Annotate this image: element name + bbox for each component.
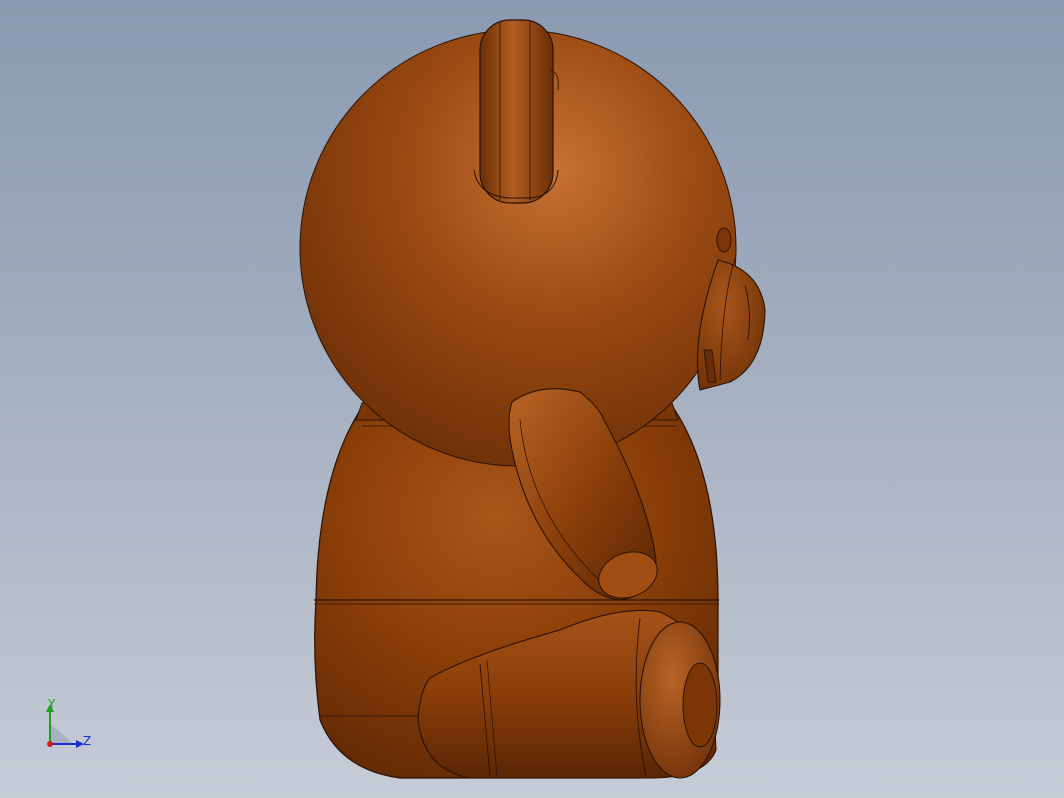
coordinate-triad: Y Z — [38, 698, 98, 754]
foot-part[interactable] — [639, 621, 721, 779]
graphics-viewport[interactable]: Y Z — [0, 0, 1064, 798]
z-axis-label: Z — [83, 734, 92, 748]
eye-part[interactable] — [716, 227, 732, 253]
teddy-bear-model[interactable] — [0, 0, 1064, 798]
ear-part[interactable] — [473, 19, 559, 204]
y-axis-label: Y — [48, 697, 56, 711]
